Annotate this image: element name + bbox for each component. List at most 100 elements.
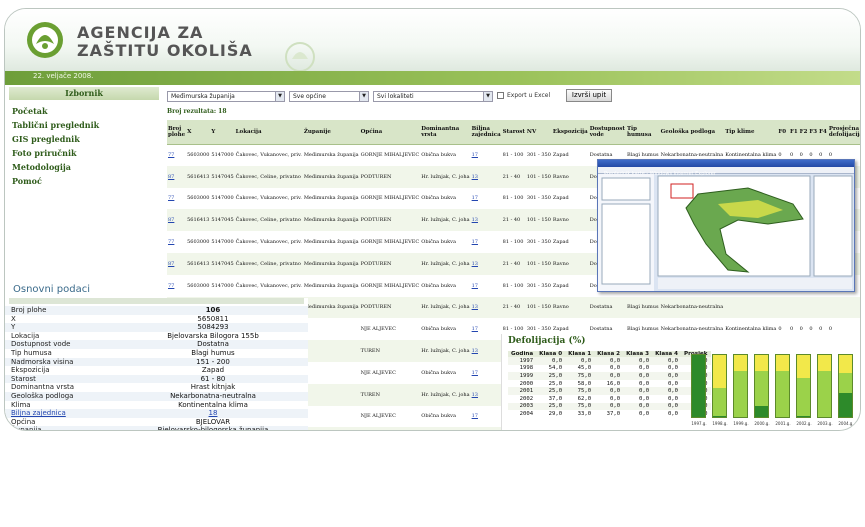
- defoliation-cell: 45,0: [577, 365, 592, 372]
- plant-community-link[interactable]: 17: [471, 406, 502, 428]
- table-cell: GORNJE MIHALJEVEC: [360, 282, 420, 289]
- chart-bar-segment: [839, 393, 852, 417]
- defoliation-cell: 25,0: [548, 380, 563, 387]
- chart-bar: [817, 354, 832, 418]
- defoliation-table: Godina Klasa 0 Klasa 1 Klasa 2 Klasa 3 Klasa …: [508, 351, 711, 418]
- plot-number-link[interactable]: 77: [167, 275, 186, 297]
- nav-metodologija[interactable]: Metodologija: [12, 162, 71, 172]
- table-cell: Hr. lužnjak, C. joha: [420, 296, 471, 319]
- table-cell: Međimurska županija: [302, 296, 360, 319]
- column-header: Županije: [302, 120, 360, 145]
- plant-community-link[interactable]: 13: [470, 427, 502, 430]
- table-cell: Obična bukva: [421, 282, 456, 289]
- export-checkbox[interactable]: [497, 92, 504, 99]
- plant-community-link[interactable]: 17: [471, 144, 502, 166]
- defoliation-cell: 16,0: [606, 380, 621, 387]
- table-cell: 5147000: [211, 239, 234, 246]
- defoliation-cell: 0,0: [638, 365, 650, 372]
- locality-select[interactable]: Svi lokaliteti ▼: [373, 91, 493, 102]
- basic-data-row: Dostupnost vode Dostatna: [5, 340, 308, 349]
- current-date: 22. veljače 2008.: [33, 72, 94, 80]
- nav-tablicni-preglednik[interactable]: Tablični preglednik: [12, 120, 99, 130]
- basic-data-row: Županija Bjelovarsko-bilogorska županija: [5, 426, 308, 430]
- table-cell: 81 - 100: [502, 282, 524, 289]
- defoliation-row: 200237,062,00,00,00,012,00: [508, 395, 711, 403]
- column-header: Općina: [359, 120, 421, 145]
- table-cell: 5147000: [211, 152, 234, 159]
- plant-community-link[interactable]: 13: [470, 209, 502, 232]
- municipality-select[interactable]: Sve općine ▼: [289, 91, 369, 102]
- plant-community-link[interactable]: 17: [471, 188, 502, 210]
- plant-community-link[interactable]: 17: [471, 318, 502, 340]
- basic-data-value: 18: [208, 409, 218, 418]
- table-cell: NJE ALJEVEC: [360, 413, 396, 420]
- defoliation-cell: 2002: [519, 395, 534, 402]
- plant-community-link[interactable]: 17: [471, 362, 502, 384]
- chart-bar-segment: [818, 355, 831, 371]
- basic-data-value: Zapad: [201, 366, 225, 375]
- plot-number-link[interactable]: 87: [167, 165, 187, 188]
- county-select[interactable]: Međimurska županija ▼: [167, 91, 285, 102]
- basic-data-value: Bjelovarska Bilogora 155b: [167, 331, 259, 340]
- chart-tick-label: 2004.g.: [838, 421, 854, 426]
- plot-number-link[interactable]: 77: [167, 231, 186, 253]
- plot-number-link[interactable]: 87: [167, 209, 187, 232]
- basic-data-title: Osnovni podaci: [13, 284, 90, 295]
- table-cell: [788, 296, 799, 319]
- column-header: F0: [777, 120, 789, 145]
- basic-data-label: Broj plohe: [11, 306, 47, 314]
- defoliation-cell: 2003: [508, 402, 537, 411]
- table-cell: 81 - 100: [502, 195, 524, 202]
- basic-data-label: Općina: [11, 417, 36, 426]
- nav-foto-prirucnik[interactable]: Foto priručnik: [12, 148, 77, 158]
- basic-data-row[interactable]: Biljna zajednica 18: [5, 409, 308, 418]
- table-cell: 101 - 150: [525, 165, 552, 188]
- basic-data-row: X 5650811: [5, 315, 308, 324]
- table-cell: 5616413: [186, 209, 211, 232]
- column-header: F4: [818, 120, 828, 145]
- table-cell: Zapad: [552, 239, 569, 246]
- table-cell: Obična bukva: [421, 239, 456, 246]
- submit-query-button[interactable]: Izvrši upit: [566, 89, 612, 102]
- defoliation-column-header: Godina: [508, 351, 537, 357]
- gis-viewer-window[interactable]: Preglednik karte - Windows Internet Expl…: [597, 159, 855, 292]
- defoliation-row: 200025,058,016,00,00,018,00: [508, 380, 711, 388]
- plant-community-link[interactable]: 13: [470, 340, 502, 362]
- table-cell: GORNJE MIHALJEVEC: [360, 239, 420, 246]
- plot-number-link[interactable]: 77: [167, 144, 186, 166]
- plant-community-link[interactable]: 17: [471, 231, 502, 253]
- table-cell: Hr. lužnjak, C. joha: [420, 340, 471, 362]
- plot-number-link[interactable]: 87: [167, 252, 187, 275]
- table-cell: NJE ALJEVEC: [360, 369, 396, 376]
- chart-tick-label: 2001.g.: [775, 421, 791, 426]
- defoliation-cell: 2004: [519, 410, 534, 417]
- nav-pocetak[interactable]: Početak: [12, 106, 48, 116]
- defoliation-column-header: Klasa 0: [536, 351, 566, 357]
- defoliation-cell: 25,0: [536, 372, 566, 380]
- basic-data-row: Y 5084293: [5, 323, 308, 332]
- table-cell: Blagi humus: [625, 296, 660, 319]
- chart-bar-segment: [734, 370, 747, 417]
- basic-data-value: Dostatna: [197, 340, 229, 349]
- plant-community-link[interactable]: 13: [470, 296, 502, 319]
- table-cell: [303, 362, 360, 384]
- chevron-down-icon: ▼: [359, 92, 368, 101]
- agency-logo-icon: [27, 22, 63, 58]
- table-cell: Obična bukva: [421, 326, 456, 333]
- agency-name-line1: AGENCIJA ZA: [77, 23, 204, 42]
- agency-name-line2: ZAŠTITU OKOLIŠA: [77, 41, 253, 60]
- table-cell: PODTUREN: [359, 209, 421, 232]
- nav-pomoc[interactable]: Pomoć: [12, 176, 42, 186]
- plant-community-link[interactable]: 13: [470, 165, 502, 188]
- nav-gis-preglednik[interactable]: GIS preglednik: [12, 134, 80, 144]
- defoliation-column-header: Klasa 4: [652, 351, 682, 357]
- table-cell: Hr. lužnjak, C. joha: [420, 165, 471, 188]
- plot-number-link[interactable]: 77: [167, 188, 186, 210]
- table-cell: Dostatna: [588, 296, 626, 319]
- plant-community-link[interactable]: 17: [471, 275, 502, 297]
- table-cell: Zapad: [552, 282, 569, 289]
- basic-data-row: Klima Kontinentalna klima: [5, 401, 308, 410]
- table-cell: Ravno: [551, 209, 589, 232]
- plant-community-link[interactable]: 13: [470, 383, 502, 406]
- plant-community-link[interactable]: 13: [470, 252, 502, 275]
